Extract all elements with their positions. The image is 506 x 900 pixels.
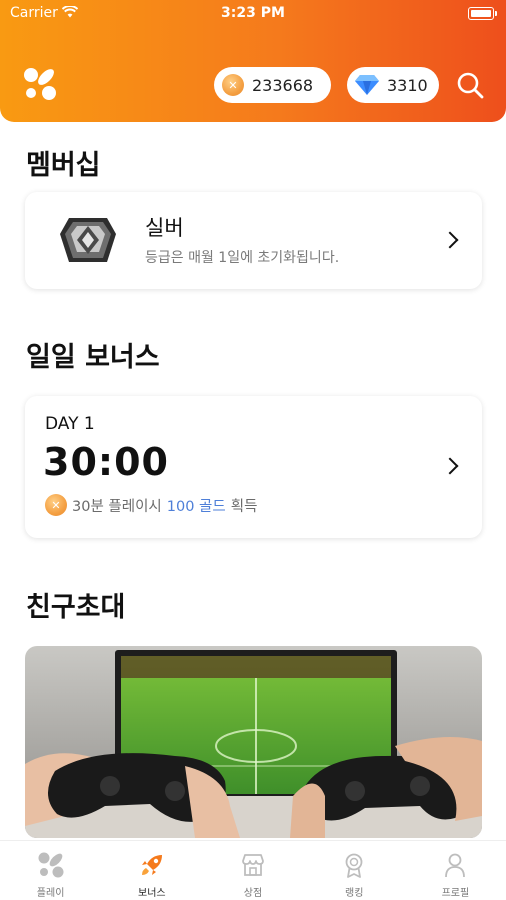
invite-banner-image[interactable] [25, 646, 482, 838]
top-header: Carrier 3:23 PM 233668 3310 [0, 0, 506, 122]
bonus-day: DAY 1 [45, 414, 95, 434]
tab-label: 상점 [243, 888, 263, 899]
daily-bonus-title: 일일 보너스 [26, 342, 160, 373]
tab-play[interactable]: 플레이 [0, 841, 101, 900]
rocket-icon [141, 855, 162, 875]
search-icon[interactable] [455, 70, 485, 100]
tab-label: 보너스 [138, 888, 166, 899]
bonus-reward-line: 30분 플레이시 100 골드 획득 [45, 494, 257, 516]
daily-bonus-card[interactable]: DAY 1 30:00 30분 플레이시 100 골드 획득 [25, 396, 482, 538]
diamond-icon [355, 75, 379, 95]
tier-name: 실버 [145, 216, 184, 240]
status-bar: Carrier 3:23 PM [0, 0, 506, 30]
tab-profile[interactable]: 프로필 [405, 841, 506, 900]
tab-label: 랭킹 [345, 888, 364, 899]
gold-coin-icon [45, 494, 67, 516]
gamers-photo-illustration [25, 646, 482, 838]
bonus-text-end: 획득 [230, 498, 258, 515]
tab-label: 프로필 [441, 888, 470, 899]
app-logo-icon[interactable] [22, 66, 58, 102]
tab-bonus[interactable]: 보너스 [101, 841, 202, 900]
silver-tier-badge-icon [60, 218, 116, 262]
shop-icon [242, 854, 264, 876]
gem-amount: 3310 [387, 75, 428, 95]
person-icon [445, 853, 466, 878]
battery-icon [468, 7, 497, 20]
gold-coin-icon [222, 74, 244, 96]
play-logo-icon [38, 852, 64, 878]
tier-description: 등급은 매월 1일에 초기화됩니다. [145, 250, 340, 266]
bonus-timer: 30:00 [43, 440, 169, 484]
gem-balance[interactable]: 3310 [347, 67, 439, 103]
membership-title: 멤버십 [26, 150, 101, 181]
tab-ranking[interactable]: 랭킹 [304, 841, 405, 900]
invite-title: 친구초대 [26, 592, 126, 623]
bonus-text: 30분 플레이시 [72, 498, 162, 515]
gold-balance[interactable]: 233668 [214, 67, 331, 103]
clock: 3:23 PM [221, 5, 285, 21]
medal-icon [345, 853, 363, 878]
tab-shop[interactable]: 상점 [202, 841, 303, 900]
chevron-right-icon [441, 231, 459, 249]
chevron-right-icon [441, 457, 459, 475]
tab-label: 플레이 [36, 888, 65, 899]
bottom-tab-bar: 플레이 보너스 상점 랭킹 프로필 [0, 840, 506, 900]
membership-card[interactable]: 실버 등급은 매월 1일에 초기화됩니다. [25, 192, 482, 289]
gold-amount: 233668 [252, 75, 314, 95]
bonus-highlight: 100 골드 [166, 498, 226, 515]
